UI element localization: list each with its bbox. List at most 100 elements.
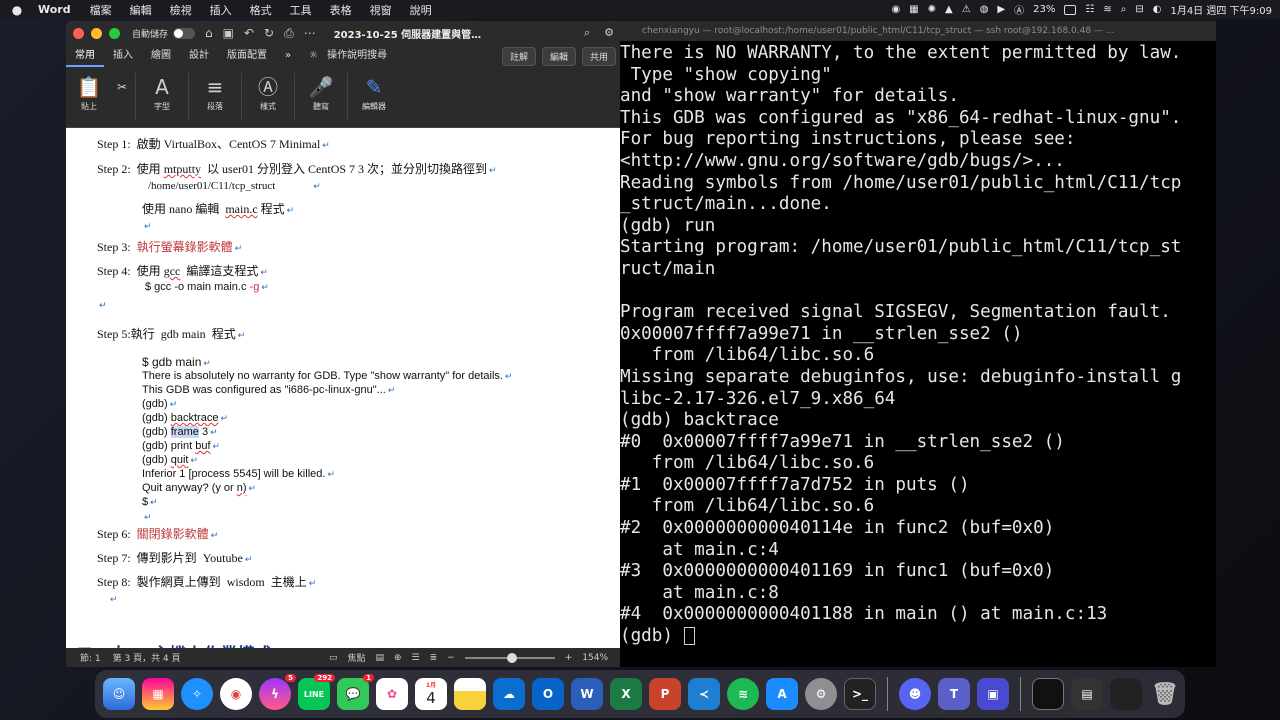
zoom-level[interactable]: 154% bbox=[582, 653, 608, 663]
recent-window-thumbnail[interactable] bbox=[1032, 678, 1064, 710]
zoom-out-button[interactable]: − bbox=[447, 653, 455, 663]
system-settings-icon[interactable]: ⚙ bbox=[805, 678, 837, 710]
tab-insert[interactable]: 插入 bbox=[104, 45, 142, 67]
menu-window[interactable]: 視窗 bbox=[361, 2, 401, 18]
tab-home[interactable]: 常用 bbox=[66, 45, 104, 67]
styles-button[interactable]: Ⓐ 樣式 bbox=[245, 73, 291, 112]
recent-terminal-thumbnail[interactable] bbox=[1110, 678, 1142, 710]
word-app-icon[interactable]: W bbox=[571, 678, 603, 710]
drive-icon[interactable]: ▲ bbox=[945, 4, 953, 15]
print-layout-icon[interactable]: ▤ bbox=[375, 653, 384, 663]
spotify-icon[interactable]: ≋ bbox=[727, 678, 759, 710]
more-tabs-icon[interactable]: » bbox=[276, 45, 300, 67]
discord-icon[interactable]: ☻ bbox=[899, 678, 931, 710]
minimize-button[interactable] bbox=[91, 27, 102, 39]
save-icon[interactable]: ▣ bbox=[223, 26, 234, 40]
paste-button[interactable]: 📋 貼上 bbox=[66, 73, 112, 112]
battery-icon[interactable] bbox=[1064, 4, 1077, 15]
menu-table[interactable]: 表格 bbox=[321, 2, 361, 18]
editing-button[interactable]: 編輯 bbox=[541, 46, 576, 66]
comments-button[interactable]: 註解 bbox=[501, 46, 536, 66]
line-app-icon[interactable]: LINE 292 bbox=[298, 674, 335, 710]
zoom-button[interactable] bbox=[109, 27, 120, 39]
page-indicator[interactable]: 第 3 頁，共 4 頁 bbox=[113, 651, 181, 664]
vscode-icon[interactable]: ≺ bbox=[688, 678, 720, 710]
downloads-stack-icon[interactable]: ▤ bbox=[1071, 678, 1103, 710]
control-center-icon[interactable]: ⊟ bbox=[1135, 4, 1143, 15]
search-icon[interactable]: ⌕ bbox=[584, 26, 590, 40]
app-menu[interactable]: Word bbox=[34, 3, 81, 16]
focus-icon[interactable]: ▭ bbox=[329, 653, 338, 663]
section-indicator[interactable]: 節: 1 bbox=[80, 651, 101, 664]
document-page[interactable]: Step 1: 啟動 VirtualBox、CentOS 7 Minimal ↵ … bbox=[66, 128, 622, 664]
messenger-icon[interactable]: ϟ5 bbox=[259, 674, 296, 710]
undo-icon[interactable]: ↶ bbox=[244, 26, 254, 40]
paragraph-button[interactable]: ≡ 段落 bbox=[192, 73, 238, 112]
line-icon[interactable]: ◍ bbox=[980, 4, 989, 15]
web-layout-icon[interactable]: ⊕ bbox=[394, 653, 402, 663]
menu-format[interactable]: 格式 bbox=[241, 2, 281, 18]
grid-icon[interactable]: ▦ bbox=[909, 4, 918, 15]
redo-icon[interactable]: ↻ bbox=[264, 26, 274, 40]
outlook-icon[interactable]: O bbox=[532, 678, 564, 710]
tab-layout[interactable]: 版面配置 bbox=[218, 45, 276, 67]
focus-label[interactable]: 焦點 bbox=[347, 651, 365, 664]
menu-file[interactable]: 檔案 bbox=[81, 2, 121, 18]
font-button[interactable]: A 字型 bbox=[139, 73, 185, 112]
siri-icon[interactable]: ◐ bbox=[1153, 4, 1162, 15]
input-method-icon[interactable]: Ⓐ bbox=[1014, 2, 1024, 17]
close-button[interactable] bbox=[73, 27, 84, 39]
finder-icon[interactable]: ☺ bbox=[103, 678, 135, 710]
clock[interactable]: 1月4日 週四 下午9:09 bbox=[1170, 2, 1272, 17]
tab-draw[interactable]: 繪圖 bbox=[142, 45, 180, 67]
search-icon[interactable]: ⌕ bbox=[1121, 4, 1127, 15]
tab-design[interactable]: 設計 bbox=[180, 45, 218, 67]
share-button[interactable]: 共用 bbox=[581, 46, 616, 66]
dictate-button[interactable]: 🎤 聽寫 bbox=[298, 73, 344, 112]
zoom-slider-knob[interactable] bbox=[506, 652, 517, 663]
menu-edit[interactable]: 編輯 bbox=[121, 2, 161, 18]
onedrive-icon[interactable]: ☁ bbox=[493, 678, 525, 710]
scissors-icon[interactable]: ✂ bbox=[117, 73, 127, 101]
calendar-icon[interactable]: 1月 4 bbox=[415, 678, 447, 710]
wifi-icon[interactable]: ≋ bbox=[1103, 4, 1111, 15]
menu-grid-icon[interactable]: ☷ bbox=[1085, 4, 1094, 15]
safari-icon[interactable]: ✧ bbox=[181, 678, 213, 710]
launchpad-icon[interactable]: ▦ bbox=[142, 678, 174, 710]
notes-icon[interactable] bbox=[454, 678, 486, 710]
messages-icon[interactable]: 💬 1 bbox=[337, 674, 374, 710]
cut-copy-group[interactable]: ✂ bbox=[112, 73, 132, 101]
apple-menu-icon[interactable]: ● bbox=[0, 3, 34, 17]
share-icon[interactable]: ⚙ bbox=[604, 26, 614, 40]
warning-icon[interactable]: ⚠ bbox=[962, 4, 971, 15]
terminal-prompt[interactable]: (gdb) bbox=[620, 626, 1181, 648]
chrome-icon[interactable]: ◉ bbox=[220, 678, 252, 710]
menu-insert[interactable]: 插入 bbox=[201, 2, 241, 18]
print-icon[interactable]: ⎙ bbox=[284, 26, 294, 41]
autosave-toggle[interactable] bbox=[173, 27, 196, 39]
excel-icon[interactable]: X bbox=[610, 678, 642, 710]
menu-view[interactable]: 檢視 bbox=[161, 2, 201, 18]
zoom-in-button[interactable]: + bbox=[565, 653, 573, 663]
editor-button[interactable]: ✎ 編輯器 bbox=[351, 73, 397, 112]
draft-icon[interactable]: ≣ bbox=[430, 653, 438, 663]
trash-icon[interactable]: 🗑 bbox=[1149, 678, 1181, 710]
menu-tools[interactable]: 工具 bbox=[281, 2, 321, 18]
zoom-slider[interactable] bbox=[464, 652, 555, 663]
play-icon[interactable]: ▶ bbox=[997, 4, 1005, 15]
photos-icon[interactable]: ✿ bbox=[376, 678, 408, 710]
terminal-output[interactable]: There is NO WARRANTY, to the extent perm… bbox=[620, 43, 1181, 648]
terminal-app-icon[interactable]: >_ bbox=[844, 678, 876, 710]
document-title[interactable]: 2023-10-25 伺服器建置與管… bbox=[334, 26, 481, 41]
tell-me-search[interactable]: 操作說明搜尋 bbox=[327, 45, 396, 67]
app-store-icon[interactable]: A bbox=[766, 678, 798, 710]
home-icon[interactable]: ⌂ bbox=[205, 26, 213, 40]
terminal-window[interactable]: chenxiangyu — root@localhost:/home/user0… bbox=[620, 21, 1216, 667]
openai-icon[interactable]: ✺ bbox=[928, 4, 936, 15]
menu-help[interactable]: 說明 bbox=[401, 2, 441, 18]
more-icon[interactable]: ⋯ bbox=[304, 26, 316, 40]
outline-icon[interactable]: ☰ bbox=[412, 653, 420, 663]
powerpoint-icon[interactable]: P bbox=[649, 678, 681, 710]
record-icon[interactable]: ◉ bbox=[891, 4, 900, 15]
screen-recorder-icon[interactable]: ▣ bbox=[977, 678, 1009, 710]
